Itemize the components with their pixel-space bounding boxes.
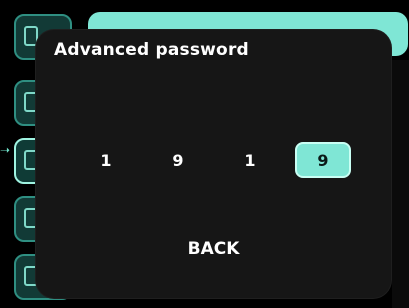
selection-arrow-icon: ➝ xyxy=(0,143,11,157)
advanced-password-dialog: Advanced password 1 9 1 9 BACK xyxy=(36,30,391,298)
digit-4[interactable]: 9 xyxy=(295,142,351,178)
password-digits: 1 9 1 9 xyxy=(76,142,366,178)
digit-1[interactable]: 1 xyxy=(78,142,134,178)
digit-2[interactable]: 9 xyxy=(150,142,206,178)
right-strip xyxy=(392,60,409,308)
back-button[interactable]: BACK xyxy=(166,232,261,266)
dialog-title: Advanced password xyxy=(54,40,249,60)
digit-3[interactable]: 1 xyxy=(222,142,278,178)
